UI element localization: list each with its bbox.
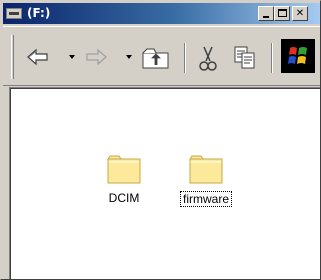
window-title: (F:) bbox=[27, 6, 51, 20]
explorer-window: (F:) ✕ DCIM firmware bbox=[0, 0, 321, 280]
back-button[interactable] bbox=[25, 45, 57, 71]
copy-button[interactable] bbox=[233, 45, 261, 71]
maximize-icon bbox=[278, 9, 287, 17]
forward-dropdown-icon[interactable] bbox=[126, 55, 132, 59]
folder-icon bbox=[189, 155, 223, 184]
maximize-button[interactable] bbox=[274, 6, 290, 21]
folder-item[interactable]: firmware bbox=[171, 153, 241, 207]
folder-label: firmware bbox=[179, 191, 232, 207]
up-folder-icon bbox=[142, 48, 169, 69]
minimize-button[interactable] bbox=[258, 6, 274, 21]
folder-label: DCIM bbox=[108, 191, 140, 205]
folder-icon bbox=[107, 155, 141, 184]
up-one-level-button[interactable] bbox=[141, 45, 173, 71]
minimize-icon bbox=[263, 16, 269, 18]
windows-logo-icon bbox=[288, 47, 307, 64]
cut-icon bbox=[199, 46, 217, 71]
folder-view-border: DCIM firmware bbox=[10, 88, 320, 279]
close-icon: ✕ bbox=[295, 8, 305, 19]
folder-view[interactable]: DCIM firmware bbox=[9, 87, 320, 279]
title-bar[interactable]: (F:) ✕ bbox=[3, 3, 320, 24]
forward-arrow-icon bbox=[86, 48, 107, 66]
drive-icon bbox=[6, 8, 22, 19]
cut-button[interactable] bbox=[196, 45, 224, 71]
folder-item[interactable]: DCIM bbox=[89, 153, 159, 206]
toolbar-grip[interactable] bbox=[11, 35, 14, 79]
copy-icon bbox=[234, 46, 255, 69]
back-arrow-icon bbox=[27, 48, 48, 66]
toolbar-separator bbox=[184, 43, 186, 73]
back-dropdown-icon[interactable] bbox=[69, 55, 75, 59]
windows-throbber bbox=[281, 39, 315, 73]
standard-toolbar bbox=[3, 26, 320, 86]
toolbar-separator bbox=[271, 43, 273, 73]
close-button[interactable]: ✕ bbox=[292, 6, 308, 21]
forward-button[interactable] bbox=[83, 45, 117, 71]
